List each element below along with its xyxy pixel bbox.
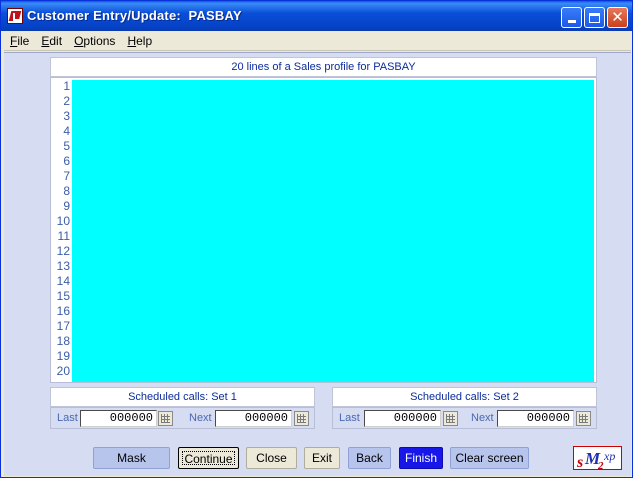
line-number: 12 [56, 244, 70, 258]
set1-next-label: Next [189, 412, 212, 424]
scheduled-calls-set2-header: Scheduled calls: Set 2 [332, 387, 597, 407]
line-number: 18 [56, 334, 70, 348]
line-number: 7 [63, 169, 70, 183]
calendar-icon[interactable] [294, 411, 309, 426]
sm2xp-logo-graphic: s M 2 xp [576, 449, 615, 471]
mask-button[interactable]: Mask [93, 447, 170, 469]
line-number: 3 [63, 109, 70, 123]
line-number: 10 [56, 214, 70, 228]
menu-help-accel: H [127, 33, 137, 48]
line-number-gutter: 1 2 3 4 5 6 7 8 9 10 11 12 13 14 15 16 1… [51, 79, 72, 382]
sales-profile-header: 20 lines of a Sales profile for PASBAY [50, 57, 597, 77]
line-number: 17 [56, 319, 70, 333]
set2-last-date-input[interactable]: 000000 [364, 410, 441, 427]
line-number: 9 [63, 199, 70, 213]
menu-bar: File Edit Options Help [4, 31, 631, 51]
minimize-button[interactable] [561, 7, 582, 28]
back-button[interactable]: Back [348, 447, 391, 469]
calendar-icon[interactable] [158, 411, 173, 426]
menu-options[interactable]: Options [68, 32, 121, 50]
title-bar[interactable]: Customer Entry/Update: PASBAY ✕ [1, 1, 632, 31]
logo-digit-2: 2 [597, 460, 604, 471]
app-icon[interactable] [7, 8, 23, 24]
minimize-icon [567, 20, 576, 23]
set2-last-label: Last [339, 412, 360, 424]
close-button[interactable]: Close [246, 447, 297, 469]
continue-button-label: Continue [182, 451, 235, 466]
line-number: 14 [56, 274, 70, 288]
menu-file-label: ile [17, 33, 30, 48]
line-number: 6 [63, 154, 70, 168]
logo-letters-xp: xp [603, 449, 615, 463]
menu-options-accel: O [74, 33, 84, 48]
sales-profile-textarea[interactable] [72, 80, 594, 382]
window-title: Customer Entry/Update: PASBAY [27, 8, 242, 23]
logo-letter-s: s [576, 454, 583, 471]
scheduled-calls-set1-row: Last 000000 Next 000000 [50, 407, 315, 429]
maximize-button[interactable] [584, 7, 605, 28]
continue-button[interactable]: Continue [178, 447, 239, 469]
set1-last-label: Last [57, 412, 78, 424]
line-number: 2 [63, 94, 70, 108]
clear-screen-button[interactable]: Clear screen [450, 447, 529, 469]
menu-file[interactable]: File [4, 32, 35, 50]
line-number: 1 [63, 79, 70, 93]
line-number: 20 [56, 364, 70, 378]
exit-button[interactable]: Exit [304, 447, 340, 469]
menu-edit-label: dit [49, 33, 63, 48]
menu-edit[interactable]: Edit [35, 32, 68, 50]
line-number: 8 [63, 184, 70, 198]
menu-help-label: elp [136, 33, 153, 48]
scheduled-calls-set2-row: Last 000000 Next 000000 [332, 407, 597, 429]
close-window-button[interactable]: ✕ [607, 7, 628, 28]
line-number: 4 [63, 124, 70, 138]
line-number: 5 [63, 139, 70, 153]
line-number: 19 [56, 349, 70, 363]
calendar-icon[interactable] [576, 411, 591, 426]
set2-next-date-input[interactable]: 000000 [497, 410, 574, 427]
menu-options-label: ptions [83, 33, 116, 48]
scheduled-calls-set1-header: Scheduled calls: Set 1 [50, 387, 315, 407]
line-number: 11 [57, 229, 70, 243]
set1-next-date-input[interactable]: 000000 [215, 410, 292, 427]
line-number: 13 [56, 259, 70, 273]
menu-help[interactable]: Help [121, 32, 158, 50]
sales-profile-panel: 1 2 3 4 5 6 7 8 9 10 11 12 13 14 15 16 1… [50, 77, 597, 383]
set2-next-label: Next [471, 412, 494, 424]
line-number: 15 [56, 289, 70, 303]
finish-button[interactable]: Finish [399, 447, 443, 469]
line-number: 16 [56, 304, 70, 318]
application-window: Customer Entry/Update: PASBAY ✕ File Edi… [0, 0, 633, 478]
sm2xp-logo: s M 2 xp [573, 446, 622, 471]
close-icon: ✕ [611, 8, 624, 26]
maximize-icon [589, 12, 600, 23]
calendar-icon[interactable] [443, 411, 458, 426]
set1-last-date-input[interactable]: 000000 [80, 410, 157, 427]
form-area: 20 lines of a Sales profile for PASBAY 1… [4, 52, 631, 476]
